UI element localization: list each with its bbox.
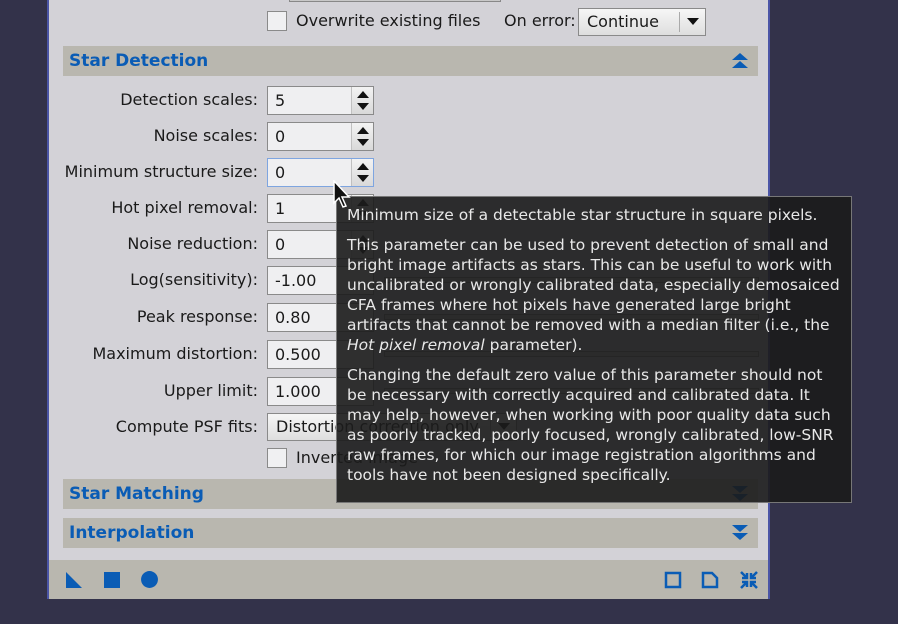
param-label: Noise scales: xyxy=(153,126,258,145)
arrow-down-icon[interactable] xyxy=(357,175,369,182)
param-label: Hot pixel removal: xyxy=(111,198,258,217)
inverted-checkbox[interactable] xyxy=(267,448,287,468)
mouse-cursor-icon xyxy=(333,180,351,208)
param-spinbox[interactable]: 0 xyxy=(267,158,374,187)
param-spinbox[interactable]: 0 xyxy=(267,122,374,151)
on-error-value: Continue xyxy=(587,12,659,31)
param-value: 0 xyxy=(275,127,286,146)
param-label: Peak response: xyxy=(136,307,258,326)
spin-buttons[interactable] xyxy=(351,87,373,114)
apply-global-icon[interactable] xyxy=(103,571,121,589)
overwrite-label: Overwrite existing files xyxy=(296,11,481,30)
on-error-label: On error: xyxy=(504,11,576,30)
param-value: 1.000 xyxy=(275,382,321,401)
overwrite-checkbox[interactable] xyxy=(267,11,287,31)
param-value: 0 xyxy=(275,235,286,254)
bottom-toolbar xyxy=(49,560,768,599)
tooltip: Minimum size of a detectable star struct… xyxy=(336,196,852,503)
tooltip-note: Changing the default zero value of this … xyxy=(347,366,834,484)
param-value: 0.500 xyxy=(275,345,321,364)
tooltip-detail: This parameter can be used to prevent de… xyxy=(347,235,841,355)
param-spinbox[interactable]: 5 xyxy=(267,86,374,115)
expand-icon[interactable] xyxy=(731,524,749,542)
chevron-down-icon xyxy=(679,12,705,32)
apply-icon[interactable] xyxy=(140,570,159,589)
browse-docs-icon[interactable] xyxy=(664,571,682,589)
collapse-icon[interactable] xyxy=(731,52,749,70)
new-document-icon[interactable] xyxy=(701,571,719,589)
param-value: 0 xyxy=(275,163,286,182)
arrow-down-icon[interactable] xyxy=(357,139,369,146)
section-star-detection[interactable]: Star Detection xyxy=(63,46,758,76)
psf-label: Compute PSF fits: xyxy=(115,417,258,436)
param-label: Maximum distortion: xyxy=(92,344,258,363)
param-label: Noise reduction: xyxy=(127,234,258,253)
arrow-up-icon[interactable] xyxy=(357,127,369,134)
param-label: Log(sensitivity): xyxy=(130,270,258,289)
tooltip-text: parameter). xyxy=(484,336,583,354)
param-value: -1.00 xyxy=(275,271,317,290)
tooltip-text: This parameter can be used to prevent de… xyxy=(347,236,840,334)
reset-icon[interactable] xyxy=(739,570,759,590)
param-label: Upper limit: xyxy=(163,381,258,400)
new-instance-icon[interactable] xyxy=(65,571,83,589)
param-value: 0.80 xyxy=(275,308,311,327)
arrow-down-icon[interactable] xyxy=(357,103,369,110)
param-label: Detection scales: xyxy=(120,90,258,109)
output-field[interactable] xyxy=(289,0,501,2)
section-interpolation[interactable]: Interpolation xyxy=(63,518,758,548)
arrow-up-icon[interactable] xyxy=(357,163,369,170)
param-value: 5 xyxy=(275,91,286,110)
section-title: Star Detection xyxy=(69,51,209,71)
param-value: 1 xyxy=(275,199,286,218)
section-title: Star Matching xyxy=(69,484,204,504)
on-error-select[interactable]: Continue xyxy=(578,8,706,36)
spin-buttons[interactable] xyxy=(351,123,373,150)
tooltip-summary: Minimum size of a detectable star struct… xyxy=(347,206,818,224)
param-label: Minimum structure size: xyxy=(64,162,258,181)
arrow-up-icon[interactable] xyxy=(357,91,369,98)
tooltip-em: Hot pixel removal xyxy=(347,336,485,354)
section-title: Interpolation xyxy=(69,523,195,543)
